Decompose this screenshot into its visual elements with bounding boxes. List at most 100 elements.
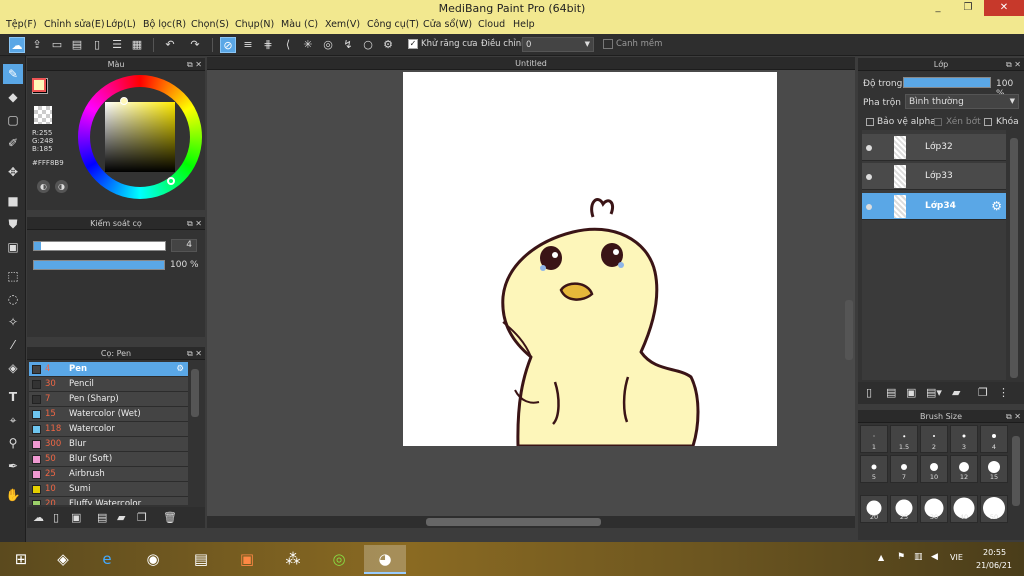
brush-item-pen[interactable]: 4 Pen ⚙ — [29, 362, 188, 377]
dropper-tool-icon[interactable]: ⚲ — [3, 433, 23, 453]
adjust-dropdown[interactable]: 0 ▼ — [522, 37, 594, 52]
brush-size-cell[interactable]: 15 — [980, 455, 1008, 483]
menu-file[interactable]: Tệp(F) — [6, 19, 37, 30]
hand-tool-icon[interactable]: ✋ — [3, 485, 23, 505]
menu-view[interactable]: Xem(V) — [325, 19, 360, 30]
brush-size-value[interactable]: 4 — [171, 239, 197, 252]
redo-icon[interactable]: ↷ — [187, 37, 203, 53]
menu-tools[interactable]: Công cụ(T) — [367, 19, 419, 30]
foreground-color-swatch[interactable] — [32, 78, 46, 92]
color-picker-handle[interactable] — [120, 97, 128, 105]
message-icon[interactable]: ▤ — [69, 37, 85, 53]
new-layer-icon[interactable]: ▯ — [866, 386, 872, 399]
tray-arrow-icon[interactable]: ▲ — [878, 553, 884, 562]
chrome-icon[interactable]: ◉ — [132, 545, 174, 574]
menu-window[interactable]: Cửa sổ(W) — [423, 19, 472, 30]
trash-icon[interactable]: 🗑 — [163, 511, 177, 524]
menu-capture[interactable]: Chụp(N) — [235, 19, 274, 30]
cloud-brush-icon[interactable]: ☁ — [33, 511, 44, 524]
app-icon[interactable]: ⁂ — [272, 545, 314, 574]
file-explorer-icon[interactable]: ▤ — [180, 545, 222, 574]
canvas-vertical-scrollbar[interactable] — [845, 300, 853, 360]
gear-icon[interactable]: ⚙ — [176, 362, 184, 376]
layer-row[interactable]: Lớp33 — [862, 163, 1006, 190]
brush-size-cell[interactable]: 1 — [860, 425, 888, 453]
circle-snap-icon[interactable]: ○ — [360, 37, 376, 53]
transparent-color-swatch[interactable] — [34, 106, 52, 124]
brush-item-watercolor-wet[interactable]: 15 Watercolor (Wet) — [29, 407, 188, 422]
brush-item-airbrush[interactable]: 25 Airbrush — [29, 467, 188, 482]
brush-size-cell[interactable]: 50 — [980, 495, 1008, 523]
brush-settings-icon[interactable]: ▤ — [97, 511, 107, 524]
menu-filter[interactable]: Bộ lọc(R) — [143, 19, 186, 30]
brush-size-cell[interactable]: 25 — [890, 495, 918, 523]
clipping-checkbox[interactable] — [934, 118, 942, 126]
brush-size-cell[interactable]: 2 — [920, 425, 948, 453]
list-icon[interactable]: ☰ — [109, 37, 125, 53]
brush-item-watercolor[interactable]: 118 Watercolor — [29, 422, 188, 437]
layer-list-scrollbar[interactable] — [1010, 138, 1018, 378]
brush-item-blur-soft[interactable]: 50 Blur (Soft) — [29, 452, 188, 467]
clock-date[interactable]: 21/06/21 — [976, 561, 1012, 570]
windows-start-icon[interactable]: ⊞ — [0, 545, 42, 574]
radial-snap-icon[interactable]: ✳ — [300, 37, 316, 53]
layer-row-selected[interactable]: Lớp34 ⚙ — [862, 193, 1006, 220]
brush-size-cell[interactable]: 30 — [920, 495, 948, 523]
menu-select[interactable]: Chọn(S) — [191, 19, 229, 30]
saturation-value-square[interactable] — [105, 102, 175, 172]
cross-snap-icon[interactable]: ⋕ — [260, 37, 276, 53]
clock-time[interactable]: 20:55 — [983, 548, 1006, 557]
magic-wand-tool-icon[interactable]: ✧ — [3, 312, 23, 332]
brush-item-fluffy-watercolor[interactable]: 20 Fluffy Watercolor — [29, 497, 188, 505]
duplicate-layer-icon[interactable]: ❐ — [978, 386, 988, 399]
share-icon[interactable]: ⇪ — [29, 37, 45, 53]
panel-controls-icon[interactable]: ⧉ ✕ — [187, 347, 202, 360]
brush-size-cell[interactable]: 1.5 — [890, 425, 918, 453]
protect-alpha-checkbox[interactable] — [866, 118, 874, 126]
rectangle-tool-icon[interactable]: ▢ — [3, 110, 23, 130]
network-icon[interactable]: ▥ — [914, 552, 923, 562]
hue-wheel[interactable] — [78, 75, 202, 199]
menu-edit[interactable]: Chỉnh sửa(E) — [44, 19, 105, 30]
eye-icon[interactable] — [866, 174, 872, 180]
brush-size-cell[interactable]: 3 — [950, 425, 978, 453]
fill-shape-tool-icon[interactable]: ■ — [3, 191, 23, 211]
medibang-paint-icon[interactable]: ◕ — [364, 545, 406, 574]
operation-tool-icon[interactable]: ⌖ — [3, 410, 23, 430]
bluestacks-icon[interactable]: ◈ — [42, 545, 84, 574]
duplicate-icon[interactable]: ❐ — [137, 511, 147, 524]
tray-flag-icon[interactable]: ⚑ — [897, 552, 905, 562]
color-history-icon[interactable]: ◑ — [55, 180, 68, 193]
settings-gear-icon[interactable]: ⚙ — [380, 37, 396, 53]
brush-size-cell[interactable]: 20 — [860, 495, 888, 523]
minimize-button[interactable]: _ — [924, 0, 952, 16]
panel-controls-icon[interactable]: ⧉ ✕ — [1006, 58, 1021, 71]
pen-line-tool-icon[interactable]: ✐ — [3, 133, 23, 153]
brush-size-cell[interactable]: 12 — [950, 455, 978, 483]
new-halftone-layer-icon[interactable]: ▤ — [886, 386, 896, 399]
move-tool-icon[interactable]: ✥ — [3, 162, 23, 182]
select-eraser-tool-icon[interactable]: ◈ — [3, 358, 23, 378]
language-indicator[interactable]: VIE — [950, 553, 963, 562]
lasso-tool-icon[interactable]: ◌ — [3, 289, 23, 309]
eye-icon[interactable] — [866, 145, 872, 151]
brush-size-scrollbar[interactable] — [1012, 436, 1020, 506]
menu-help[interactable]: Help — [513, 19, 535, 30]
brush-size-cell[interactable]: 5 — [860, 455, 888, 483]
comment-icon[interactable]: ▭ — [49, 37, 65, 53]
brush-size-slider[interactable] — [33, 241, 166, 251]
select-pen-tool-icon[interactable]: ⁄ — [3, 335, 23, 355]
parallel-snap-icon[interactable]: ≡ — [240, 37, 256, 53]
new-brush-icon[interactable]: ▯ — [53, 511, 59, 524]
brush-item-pencil[interactable]: 30 Pencil — [29, 377, 188, 392]
medibang-alt-icon[interactable]: ◎ — [318, 545, 360, 574]
menu-layer[interactable]: Lớp(L) — [106, 19, 136, 30]
brush-list-scrollbar[interactable] — [191, 369, 199, 417]
new-8bit-layer-icon[interactable]: ▣ — [906, 386, 916, 399]
menu-cloud[interactable]: Cloud — [478, 19, 505, 30]
curve-snap-icon[interactable]: ↯ — [340, 37, 356, 53]
text-tool-icon[interactable]: T — [3, 387, 23, 407]
panel-controls-icon[interactable]: ⧉ ✕ — [1006, 410, 1021, 423]
drawing-canvas[interactable] — [403, 72, 777, 448]
undo-icon[interactable]: ↶ — [162, 37, 178, 53]
